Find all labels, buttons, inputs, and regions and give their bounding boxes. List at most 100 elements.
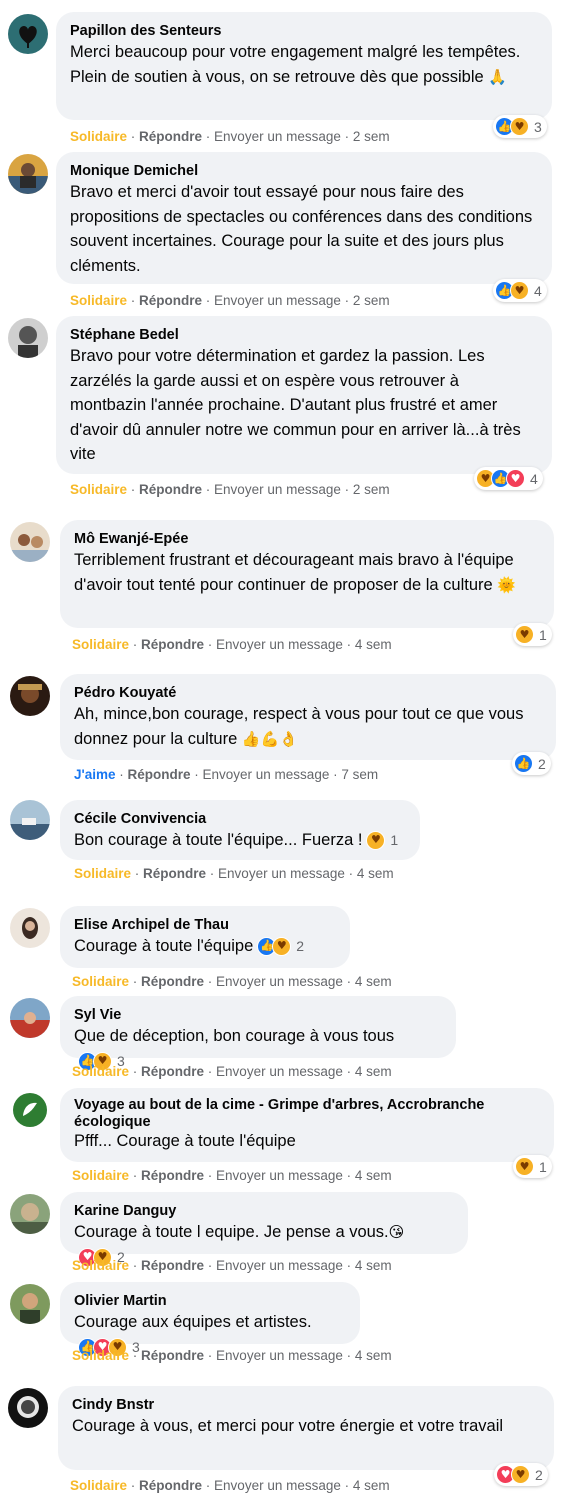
reaction-summary[interactable]: 👍 ♥ 4 xyxy=(493,279,547,302)
timestamp[interactable]: 2 sem xyxy=(353,293,390,308)
comment-author[interactable]: Voyage au bout de la cime - Grimpe d'arb… xyxy=(74,1097,540,1131)
reaction-summary[interactable]: ♥ 1 xyxy=(513,623,552,646)
timestamp[interactable]: 4 sem xyxy=(355,1064,392,1079)
reaction-count: 3 xyxy=(534,118,542,135)
message-button[interactable]: Envoyer un message xyxy=(214,129,341,144)
emoji: 😘 xyxy=(388,1223,405,1241)
timestamp[interactable]: 2 sem xyxy=(353,129,390,144)
react-button[interactable]: Solidaire xyxy=(70,482,127,497)
reply-button[interactable]: Répondre xyxy=(141,1258,204,1273)
reply-button[interactable]: Répondre xyxy=(143,866,206,881)
comment-author[interactable]: Papillon des Senteurs xyxy=(70,22,538,40)
timestamp[interactable]: 4 sem xyxy=(355,1168,392,1183)
reply-button[interactable]: Répondre xyxy=(139,1478,202,1493)
reply-button[interactable]: Répondre xyxy=(139,293,202,308)
comment-text: Merci beaucoup pour votre engagement mal… xyxy=(70,43,521,86)
comment-actions: Solidaire · Répondre · Envoyer un messag… xyxy=(72,974,392,989)
avatar[interactable] xyxy=(10,676,50,716)
message-button[interactable]: Envoyer un message xyxy=(214,293,341,308)
like-button[interactable]: J'aime xyxy=(74,767,116,782)
care-reaction-icon: ♥ xyxy=(366,831,386,851)
react-button[interactable]: Solidaire xyxy=(72,1348,129,1363)
react-button[interactable]: Solidaire xyxy=(74,866,131,881)
avatar[interactable] xyxy=(10,1090,50,1130)
comment-author[interactable]: Cindy Bnstr xyxy=(72,1396,540,1414)
comment-bubble: Olivier Martin Courage aux équipes et ar… xyxy=(60,1282,360,1357)
timestamp[interactable]: 4 sem xyxy=(355,1348,392,1363)
care-reaction-icon: ♥ xyxy=(515,625,534,644)
timestamp[interactable]: 2 sem xyxy=(353,482,390,497)
timestamp[interactable]: 4 sem xyxy=(355,637,392,652)
react-button[interactable]: Solidaire xyxy=(72,1168,129,1183)
reaction-summary[interactable]: ♥ 1 xyxy=(513,1155,552,1178)
comment-author[interactable]: Pédro Kouyaté xyxy=(74,684,542,702)
comment-bubble: Monique Demichel Bravo et merci d'avoir … xyxy=(56,152,552,284)
reaction-count: 2 xyxy=(538,755,546,772)
comment-bubble: Cindy Bnstr Courage à vous, et merci pou… xyxy=(58,1386,554,1470)
comment-author[interactable]: Karine Danguy xyxy=(74,1202,454,1220)
reaction-count: 2 xyxy=(535,1466,543,1483)
timestamp[interactable]: 4 sem xyxy=(353,1478,390,1493)
comment-bubble: Syl Vie Que de déception, bon courage à … xyxy=(60,996,456,1071)
avatar[interactable] xyxy=(10,908,50,948)
react-button[interactable]: Solidaire xyxy=(72,974,129,989)
message-button[interactable]: Envoyer un message xyxy=(214,1478,341,1493)
comment-author[interactable]: Cécile Convivencia xyxy=(74,810,406,828)
timestamp[interactable]: 4 sem xyxy=(357,866,394,881)
reaction-summary[interactable]: 👍 ♥ 3 xyxy=(493,115,547,138)
reaction-summary[interactable]: 👍 2 xyxy=(512,752,551,775)
timestamp[interactable]: 4 sem xyxy=(355,974,392,989)
timestamp[interactable]: 7 sem xyxy=(341,767,378,782)
react-button[interactable]: Solidaire xyxy=(72,1258,129,1273)
reply-button[interactable]: Répondre xyxy=(128,767,191,782)
avatar[interactable] xyxy=(8,14,48,54)
message-button[interactable]: Envoyer un message xyxy=(216,637,343,652)
comment-author[interactable]: Mô Ewanjé-Epée xyxy=(74,530,540,548)
comment-author[interactable]: Stéphane Bedel xyxy=(70,326,538,344)
message-button[interactable]: Envoyer un message xyxy=(216,1168,343,1183)
reaction-summary[interactable]: ♥ 1 xyxy=(366,828,398,853)
emoji: 🙏 xyxy=(488,67,507,86)
message-button[interactable]: Envoyer un message xyxy=(203,767,330,782)
comment-bubble: Karine Danguy Courage à toute l equipe. … xyxy=(60,1192,468,1267)
comment-author[interactable]: Syl Vie xyxy=(74,1006,442,1024)
react-button[interactable]: Solidaire xyxy=(70,293,127,308)
reaction-count: 1 xyxy=(539,626,547,643)
avatar[interactable] xyxy=(10,1284,50,1324)
avatar[interactable] xyxy=(10,522,50,562)
reply-button[interactable]: Répondre xyxy=(141,1348,204,1363)
reply-button[interactable]: Répondre xyxy=(141,1064,204,1079)
comment-author[interactable]: Olivier Martin xyxy=(74,1292,346,1310)
reply-button[interactable]: Répondre xyxy=(141,974,204,989)
comment-actions: Solidaire · Répondre · Envoyer un messag… xyxy=(70,293,390,308)
avatar[interactable] xyxy=(8,1388,48,1428)
message-button[interactable]: Envoyer un message xyxy=(218,866,345,881)
message-button[interactable]: Envoyer un message xyxy=(216,1064,343,1079)
react-button[interactable]: Solidaire xyxy=(72,637,129,652)
message-button[interactable]: Envoyer un message xyxy=(216,1348,343,1363)
react-button[interactable]: Solidaire xyxy=(70,129,127,144)
avatar[interactable] xyxy=(10,800,50,840)
comment-author[interactable]: Elise Archipel de Thau xyxy=(74,916,336,934)
avatar[interactable] xyxy=(8,318,48,358)
comment-text: Courage à vous, et merci pour votre éner… xyxy=(72,1417,504,1435)
reply-button[interactable]: Répondre xyxy=(141,637,204,652)
avatar[interactable] xyxy=(8,154,48,194)
avatar[interactable] xyxy=(10,1194,50,1234)
message-button[interactable]: Envoyer un message xyxy=(214,482,341,497)
message-button[interactable]: Envoyer un message xyxy=(216,974,343,989)
message-button[interactable]: Envoyer un message xyxy=(216,1258,343,1273)
reaction-summary[interactable]: 👍 ♥ 2 xyxy=(257,934,304,959)
reply-button[interactable]: Répondre xyxy=(139,129,202,144)
reaction-summary[interactable]: ♥ 👍 ♥ 4 xyxy=(474,467,543,490)
react-button[interactable]: Solidaire xyxy=(70,1478,127,1493)
comment-bubble: Papillon des Senteurs Merci beaucoup pou… xyxy=(56,12,552,120)
reaction-summary[interactable]: ♥ ♥ 2 xyxy=(494,1463,548,1486)
comment-author[interactable]: Monique Demichel xyxy=(70,162,538,180)
reply-button[interactable]: Répondre xyxy=(139,482,202,497)
comment-actions: Solidaire · Répondre · Envoyer un messag… xyxy=(74,866,394,881)
react-button[interactable]: Solidaire xyxy=(72,1064,129,1079)
reply-button[interactable]: Répondre xyxy=(141,1168,204,1183)
timestamp[interactable]: 4 sem xyxy=(355,1258,392,1273)
avatar[interactable] xyxy=(10,998,50,1038)
